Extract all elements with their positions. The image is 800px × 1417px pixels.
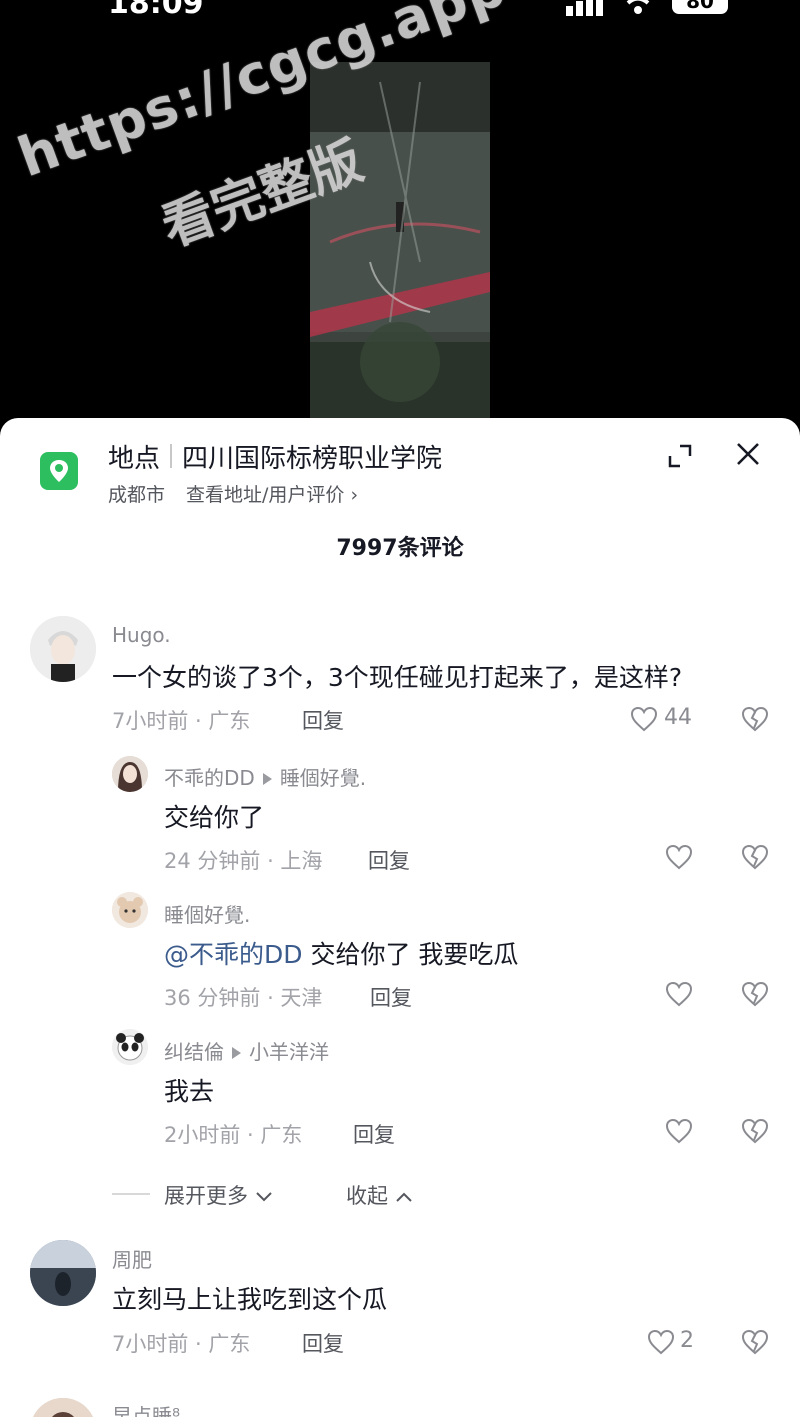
broken-heart-icon[interactable] [741, 981, 769, 1007]
comment-meta: 7小时前 · 广东 [112, 709, 251, 733]
comment-meta: 7小时前 · 广东 [112, 1332, 251, 1356]
comment-username[interactable]: 早点睡⁸ [112, 1400, 180, 1417]
mention-link[interactable]: @不乖的DD [164, 940, 303, 969]
close-icon[interactable] [734, 440, 762, 468]
map-pin-icon[interactable] [40, 452, 78, 490]
wifi-icon [626, 0, 650, 14]
like-count: 2 [680, 1328, 694, 1353]
reply-arrow-icon [262, 772, 272, 785]
reply-to-username[interactable]: 睡個好覺. [280, 766, 366, 790]
chevron-up-icon [395, 1192, 412, 1202]
collapse-label: 收起 [346, 1184, 388, 1208]
comment-text: 我去 [164, 1077, 215, 1106]
comment-username[interactable]: Hugo. [112, 623, 171, 647]
comment-text: 一个女的谈了3个，3个现任碰见打起来了，是这样? [112, 663, 683, 692]
expand-icon[interactable] [666, 442, 694, 470]
comment-username[interactable]: 睡個好覺. [164, 899, 250, 928]
broken-heart-icon[interactable] [741, 844, 769, 870]
reply-arrow-icon [232, 1046, 241, 1059]
heart-icon[interactable] [665, 981, 693, 1007]
status-bar: 18:09 80 [0, 0, 800, 26]
battery-indicator: 80 [672, 0, 728, 14]
heart-icon[interactable] [630, 706, 658, 732]
avatar[interactable] [112, 892, 148, 928]
comment-username[interactable]: 周肥 [112, 1244, 152, 1273]
signal-bars-icon [566, 0, 603, 16]
comment-meta: 2小时前 · 广东 [164, 1123, 303, 1147]
reply-button[interactable]: 回复 [368, 845, 410, 875]
location-divider [170, 444, 172, 468]
avatar[interactable] [30, 1398, 96, 1417]
comment-text: 交给你了 我要吃瓜 [302, 940, 519, 969]
reply-username-line: 不乖的DD 睡個好覺. [164, 762, 366, 791]
heart-icon[interactable] [665, 844, 693, 870]
status-time: 18:09 [108, 0, 204, 21]
chevron-down-icon [255, 1192, 272, 1202]
like-count: 44 [664, 705, 692, 730]
comment-meta: 24 分钟前 · 上海 [164, 849, 323, 873]
broken-heart-icon[interactable] [741, 706, 769, 732]
avatar[interactable] [112, 756, 148, 792]
comment-username[interactable]: 不乖的DD [164, 766, 255, 790]
video-frame [310, 62, 490, 420]
avatar[interactable] [30, 616, 96, 682]
avatar[interactable] [112, 1029, 148, 1065]
comment-text-line: @不乖的DD 交给你了 我要吃瓜 [164, 935, 518, 971]
location-details-link[interactable]: 查看地址/用户评价 › [186, 480, 358, 507]
comment-text: 立刻马上让我吃到这个瓜 [112, 1285, 388, 1314]
reply-button[interactable]: 回复 [353, 1119, 395, 1149]
broken-heart-icon[interactable] [741, 1118, 769, 1144]
location-name[interactable]: 四川国际标榜职业学院 [182, 438, 442, 475]
location-city: 成都市 [108, 484, 166, 506]
reply-button[interactable]: 回复 [302, 705, 344, 735]
location-label: 地点 [108, 444, 161, 474]
thread-divider [112, 1193, 150, 1195]
video-thumbnail [310, 62, 490, 420]
reply-button[interactable]: 回复 [370, 982, 412, 1012]
reply-to-username[interactable]: 小羊洋洋 [249, 1040, 329, 1064]
heart-icon[interactable] [647, 1329, 675, 1355]
broken-heart-icon[interactable] [741, 1329, 769, 1355]
comment-meta: 36 分钟前 · 天津 [164, 986, 323, 1010]
comment-text: 交给你了 [164, 803, 265, 832]
reply-username-line: 纠结倫 小羊洋洋 [164, 1036, 329, 1065]
video-player[interactable]: 18:09 80 https://cgcg.app 看完整版 [0, 0, 800, 420]
expand-more-label: 展开更多 [164, 1184, 248, 1208]
heart-icon[interactable] [665, 1118, 693, 1144]
expand-more-button[interactable]: 展开更多 [164, 1180, 273, 1210]
comment-username[interactable]: 纠结倫 [164, 1040, 224, 1064]
comment-count: 7997条评论 [336, 536, 464, 561]
avatar[interactable] [30, 1240, 96, 1306]
collapse-button[interactable]: 收起 [346, 1180, 413, 1210]
reply-button[interactable]: 回复 [302, 1328, 344, 1358]
comment-sheet: 地点 四川国际标榜职业学院 成都市 查看地址/用户评价 › 7997条评论 Hu… [0, 418, 800, 1417]
